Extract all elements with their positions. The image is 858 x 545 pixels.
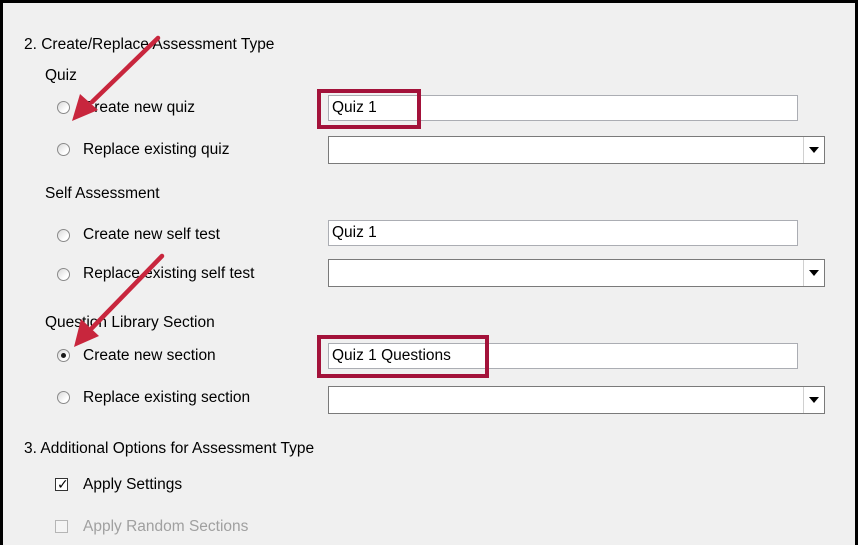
annotation-arrows [72, 35, 165, 347]
arrow-to-create-new-section-icon [74, 253, 165, 347]
arrow-to-create-new-quiz-icon [72, 35, 161, 121]
